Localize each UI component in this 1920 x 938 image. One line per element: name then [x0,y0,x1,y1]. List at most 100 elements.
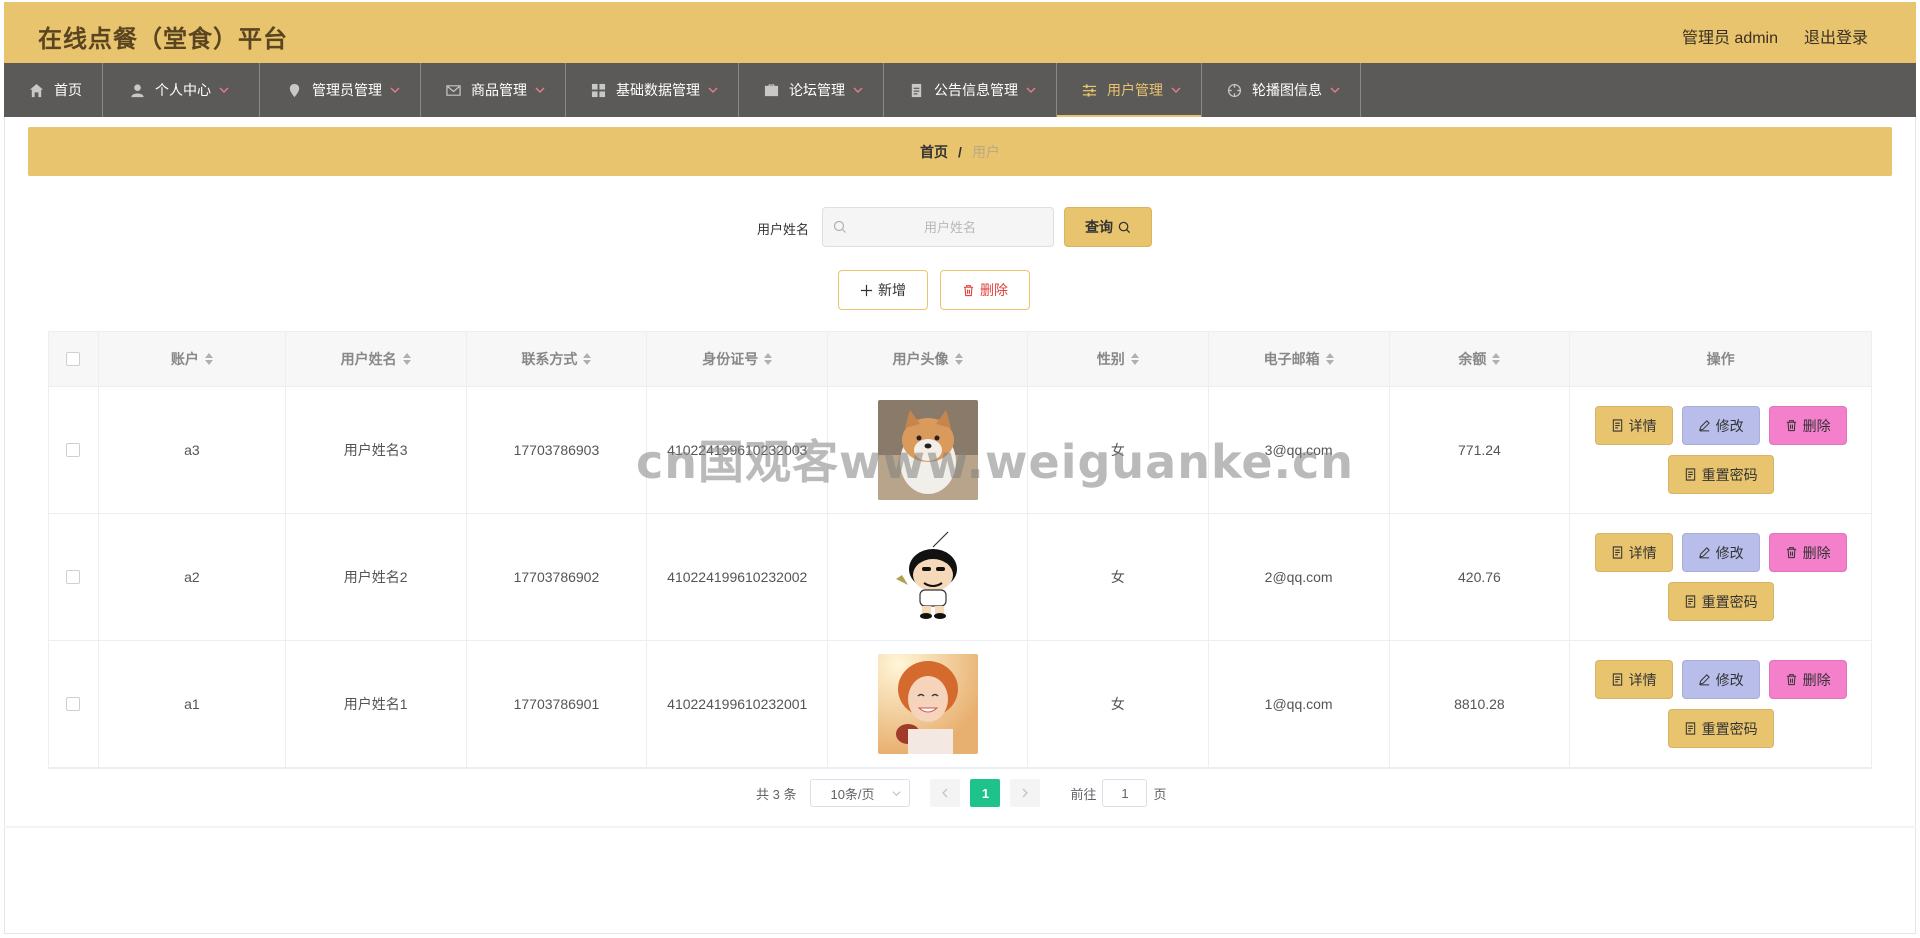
batch-delete-button[interactable]: 删除 [940,270,1030,310]
reset-password-button[interactable]: 重置密码 [1667,582,1774,621]
chevron-down-icon [1330,87,1340,93]
nav-item-profile[interactable]: 个人中心 [103,63,260,117]
reset-password-button[interactable]: 重置密码 [1667,709,1774,748]
delete-label: 删除 [1802,417,1831,434]
search-input[interactable] [855,208,1045,246]
column-header[interactable]: 余额 [1390,332,1571,386]
prev-page-button[interactable] [930,779,961,807]
content-divider [4,826,1916,828]
detail-button[interactable]: 详情 [1594,660,1673,699]
row-checkbox-cell [49,641,99,767]
gender-cell: 女 [1028,641,1209,767]
balance-cell: 420.76 [1390,514,1571,640]
nav-item-goods-manage[interactable]: 商品管理 [421,63,566,117]
reset-password-label: 重置密码 [1701,593,1758,610]
location-icon [286,82,302,98]
sort-icon[interactable] [764,353,773,365]
edit-button[interactable]: 修改 [1681,660,1760,699]
column-header-label: 用户头像 [892,351,949,367]
pagination-total: 共 3 条 [756,786,797,802]
nav-item-forum[interactable]: 论坛管理 [739,63,884,117]
account-cell: a3 [99,387,286,513]
email-cell: 1@qq.com [1209,641,1390,767]
column-header[interactable]: 联系方式 [467,332,648,386]
page-size-select[interactable]: 10条/页 [810,779,911,807]
document-icon [1612,673,1622,686]
column-header[interactable]: 身份证号 [647,332,829,386]
nav-item-admin-manage[interactable]: 管理员管理 [260,63,421,117]
sort-icon[interactable] [1130,353,1139,365]
row-checkbox[interactable] [66,697,81,711]
reset-password-label: 重置密码 [1701,466,1758,483]
detail-label: 详情 [1628,417,1657,434]
grid-icon [590,82,606,98]
column-header-label: 联系方式 [521,351,578,367]
goto-suffix: 页 [1153,786,1167,802]
column-header[interactable]: 用户姓名 [286,332,467,386]
page-size-value: 10条/页 [830,786,875,802]
query-button[interactable]: 查询 [1064,207,1152,247]
breadcrumb-home[interactable]: 首页 [920,142,948,162]
delete-button[interactable]: 删除 [1768,533,1847,572]
nav-item-home[interactable]: 首页 [4,63,103,117]
sort-icon[interactable] [1325,353,1334,365]
home-icon [28,82,44,98]
nav-item-user-manage[interactable]: 用户管理 [1057,63,1202,117]
edit-button[interactable]: 修改 [1681,406,1760,445]
column-header[interactable]: 电子邮箱 [1209,332,1390,386]
detail-label: 详情 [1628,544,1657,561]
search-icon [1118,221,1131,233]
column-header-label: 身份证号 [702,351,759,367]
phone-cell: 17703786901 [467,641,648,767]
avatar [877,654,978,754]
delete-button[interactable]: 删除 [1768,406,1847,445]
next-page-button[interactable] [1010,779,1041,807]
page-number-current[interactable]: 1 [970,779,1001,807]
reset-password-label: 重置密码 [1701,720,1758,737]
chevron-down-icon [219,87,229,93]
sort-icon[interactable] [204,353,213,365]
detail-button[interactable]: 详情 [1594,406,1673,445]
top-header: 在线点餐（堂食）平台 管理员 admin 退出登录 [4,2,1916,63]
column-header[interactable]: 性别 [1028,332,1209,386]
nav-item-label: 轮播图信息 [1252,82,1322,98]
goto-page-input[interactable] [1102,779,1148,807]
breadcrumb-separator: / [958,143,962,160]
reset-password-button[interactable]: 重置密码 [1667,455,1774,494]
nav-item-carousel[interactable]: 轮播图信息 [1202,63,1361,117]
column-header[interactable]: 用户头像 [828,332,1028,386]
breadcrumb-current: 用户 [971,143,1000,160]
logout-link[interactable]: 退出登录 [1804,24,1868,48]
detail-button[interactable]: 详情 [1594,533,1673,572]
edit-button[interactable]: 修改 [1681,533,1760,572]
add-button[interactable]: 新增 [838,270,928,310]
column-header-label: 账户 [170,351,199,367]
nav-item-notice[interactable]: 公告信息管理 [884,63,1057,117]
table-row: a1 用户姓名1 17703786901 410224199610232001 … [49,641,1871,768]
batch-delete-label: 删除 [980,282,1008,298]
target-icon [1226,82,1242,98]
pagination: 共 3 条 10条/页 1 前往 页 [756,779,1167,807]
select-all-checkbox[interactable] [66,352,81,366]
document-icon [1685,468,1695,481]
nav-item-basic-data[interactable]: 基础数据管理 [566,63,739,117]
name-cell: 用户姓名1 [286,641,467,767]
document-icon [908,82,924,98]
table-header: 账户 用户姓名 联系方式 身份证号 用户头像 性别 电子邮箱 余额 操作 [49,332,1871,387]
phone-cell: 17703786903 [467,387,648,513]
document-icon [1685,722,1695,735]
pencil-icon [1698,420,1710,432]
sort-icon[interactable] [954,353,963,365]
main-nav: 首页 个人中心 管理员管理 商品管理 基础数据管理 论坛管理 公告信息管理 用户… [4,63,1916,117]
plus-icon [860,284,873,296]
operations-cell: 详情 修改 删除 重置密码 [1570,641,1871,767]
row-checkbox[interactable] [66,443,81,457]
column-header[interactable]: 账户 [99,332,286,386]
sort-icon[interactable] [402,353,411,365]
nav-item-label: 论坛管理 [789,82,845,98]
row-checkbox[interactable] [66,570,81,584]
sort-icon[interactable] [1492,353,1501,365]
nav-item-label: 首页 [54,82,82,98]
sort-icon[interactable] [583,353,592,365]
delete-button[interactable]: 删除 [1768,660,1847,699]
